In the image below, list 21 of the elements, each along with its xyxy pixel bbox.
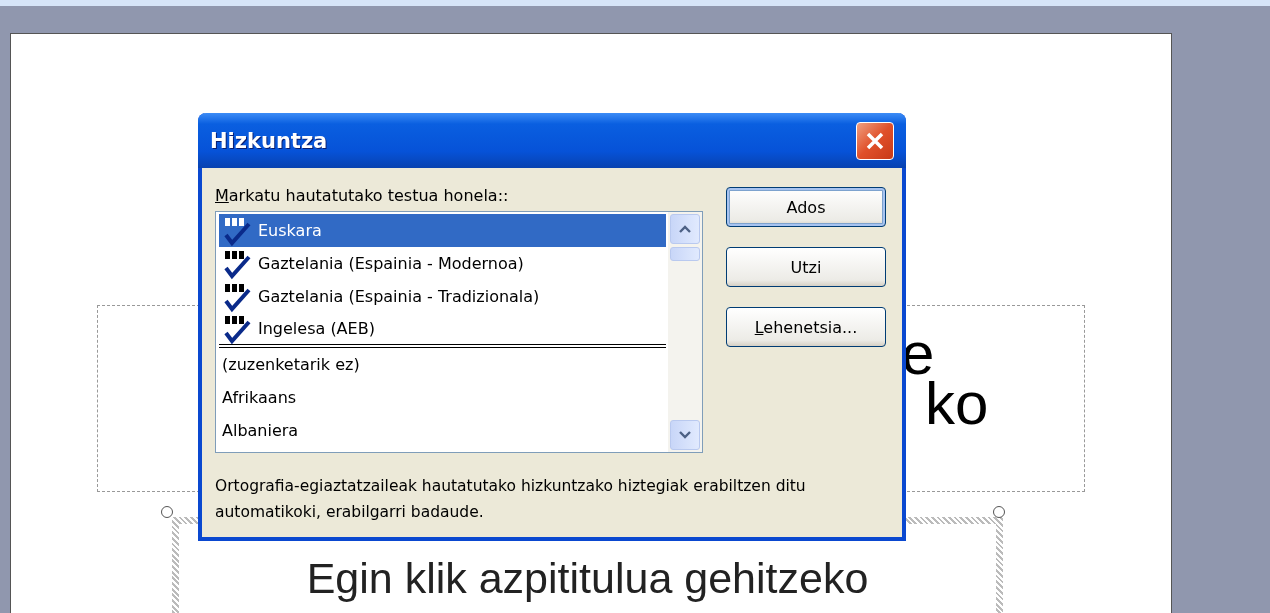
language-name: Gaztelania (Espainia - Modernoa) — [258, 254, 524, 273]
window-title: Hizkuntza — [210, 128, 329, 153]
language-item[interactable]: Afrikaans — [219, 381, 666, 414]
language-name: (zuzenketarik ez) — [222, 355, 360, 374]
cancel-button[interactable]: Utzi — [726, 247, 886, 287]
language-name: Ingelesa (AEB) — [258, 319, 375, 338]
ok-button[interactable]: Ados — [726, 187, 886, 227]
language-item[interactable]: Ingelesa (AEB) — [219, 313, 666, 348]
language-name: Afrikaans — [222, 388, 297, 407]
language-item[interactable]: Euskara — [219, 214, 666, 247]
default-button[interactable]: Lehenetsia... — [726, 307, 886, 347]
language-item[interactable]: Gaztelania (Espainia - Modernoa) — [219, 247, 666, 280]
language-name: Albaniera — [222, 421, 299, 440]
language-name: Gaztelania (Espainia - Tradizionala) — [258, 287, 540, 306]
language-item[interactable]: Gaztelania (Espainia - Tradizionala) — [219, 280, 666, 313]
language-item[interactable]: (zuzenketarik ez) — [219, 348, 666, 381]
list-label: Markatu hautatutako testua honela:: — [215, 186, 510, 205]
language-item[interactable]: Albaniera — [219, 414, 666, 447]
language-name: Euskara — [258, 221, 322, 240]
subtitle-text: Egin klik azpititulua gehitzeko — [306, 554, 869, 603]
language-list[interactable]: Euskara Gaztelania (Espainia - Modernoa) Gaztelania (Espainia - Tradizionala) Ingelesa (AEB) (zuzenketarik ez) Afrikaans Albaniera — [215, 211, 703, 453]
